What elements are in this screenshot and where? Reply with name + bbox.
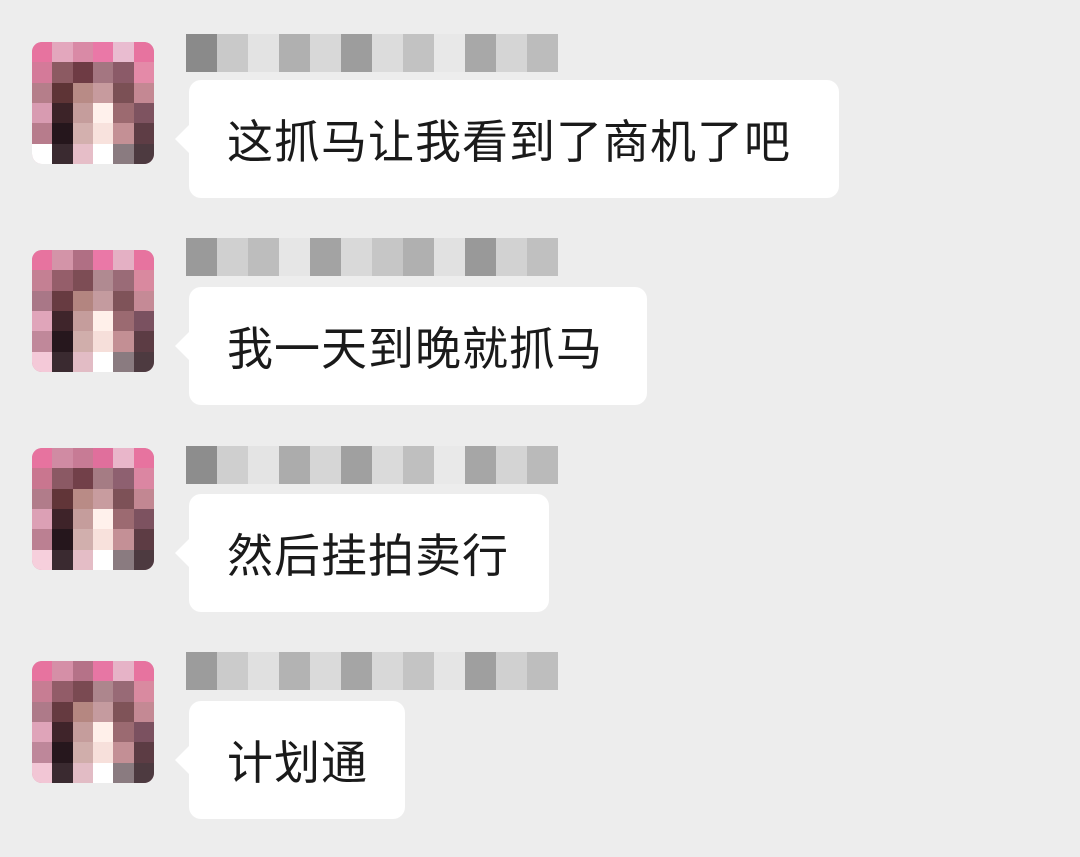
pixelated-avatar-icon[interactable] (32, 448, 154, 570)
sender-name (186, 652, 558, 690)
sender-name (186, 34, 558, 72)
message-text: 我一天到晚就抓马 (227, 322, 603, 376)
message-text: 然后挂拍卖行 (227, 529, 509, 583)
sender-name (186, 238, 558, 276)
message-bubble[interactable]: 我一天到晚就抓马 (175, 287, 647, 405)
pixelated-avatar-icon[interactable] (32, 250, 154, 372)
message-text: 计划通 (227, 736, 368, 790)
pixelated-avatar-icon[interactable] (32, 42, 154, 164)
pixelated-avatar-icon[interactable] (32, 661, 154, 783)
message-text: 这抓马让我看到了商机了吧 (227, 115, 791, 169)
sender-name (186, 446, 558, 484)
message-bubble[interactable]: 计划通 (175, 701, 405, 819)
message-bubble[interactable]: 这抓马让我看到了商机了吧 (175, 80, 839, 198)
message-bubble[interactable]: 然后挂拍卖行 (175, 494, 549, 612)
